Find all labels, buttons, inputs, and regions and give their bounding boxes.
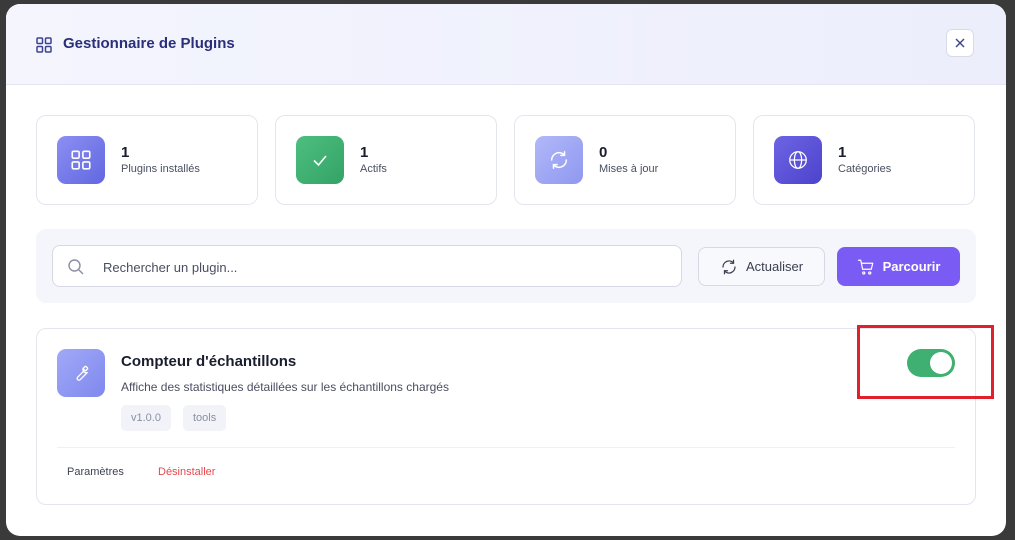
grid-icon	[36, 37, 52, 53]
modal-header: Gestionnaire de Plugins	[6, 4, 1006, 85]
stat-card-updates: 0 Mises à jour	[514, 115, 736, 205]
stat-label: Plugins installés	[121, 163, 200, 175]
stat-value: 1	[838, 144, 847, 161]
search-input[interactable]	[101, 246, 665, 288]
stat-label: Catégories	[838, 163, 892, 175]
divider	[57, 447, 955, 448]
search-box[interactable]	[52, 245, 682, 288]
highlight-annotation	[857, 325, 994, 399]
refresh-button[interactable]: Actualiser	[698, 247, 825, 286]
plugin-card: Compteur d'échantillons Affiche des stat…	[36, 328, 976, 505]
modal-title: Gestionnaire de Plugins	[63, 35, 235, 52]
close-icon	[955, 38, 965, 48]
stat-value: 1	[121, 144, 130, 161]
wrench-icon	[57, 349, 105, 397]
version-tag: v1.0.0	[121, 405, 171, 431]
cart-icon	[857, 259, 873, 275]
category-tag: tools	[183, 405, 227, 431]
stat-card-active: 1 Actifs	[275, 115, 497, 205]
search-icon	[68, 259, 84, 275]
uninstall-link[interactable]: Désinstaller	[158, 466, 215, 478]
browse-label: Parcourir	[882, 259, 941, 274]
settings-link[interactable]: Paramètres	[67, 466, 124, 478]
refresh-icon	[722, 259, 736, 274]
grid-icon	[57, 136, 105, 184]
stat-label: Mises à jour	[599, 163, 659, 175]
refresh-label: Actualiser	[745, 259, 804, 274]
check-icon	[296, 136, 344, 184]
close-button[interactable]	[946, 29, 974, 57]
globe-icon	[774, 136, 822, 184]
toolbar: Actualiser Parcourir	[36, 229, 976, 303]
plugin-description: Affiche des statistiques détaillées sur …	[121, 380, 449, 394]
stat-value: 1	[360, 144, 369, 161]
browse-button[interactable]: Parcourir	[837, 247, 960, 286]
stat-value: 0	[599, 144, 608, 161]
refresh-icon	[535, 136, 583, 184]
stat-label: Actifs	[360, 163, 387, 175]
plugin-manager-modal: Gestionnaire de Plugins 1 Plugins instal…	[6, 4, 1006, 536]
plugin-name: Compteur d'échantillons	[121, 353, 297, 370]
stat-card-categories: 1 Catégories	[753, 115, 975, 205]
stat-card-installed: 1 Plugins installés	[36, 115, 258, 205]
